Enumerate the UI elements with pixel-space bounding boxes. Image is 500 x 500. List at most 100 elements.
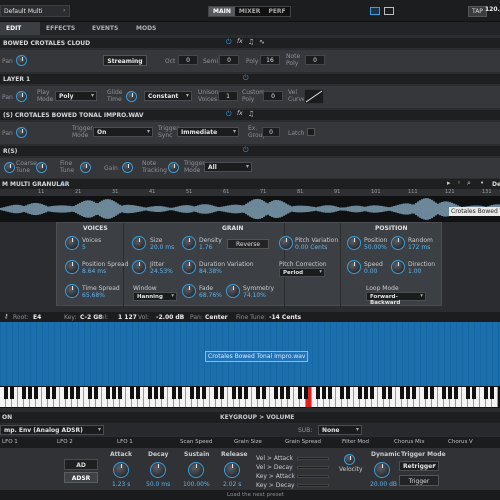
piano-black-key[interactable] (472, 387, 476, 399)
loop-mode-select[interactable]: Forward-Backward (366, 292, 426, 306)
layout-single-icon[interactable] (370, 7, 380, 15)
zone-note-icon[interactable]: ♫ (248, 110, 254, 118)
preset-name-field[interactable]: Default Multi (0, 5, 70, 17)
coarse-tune-knob[interactable] (36, 162, 47, 173)
piano-black-key[interactable] (64, 387, 68, 399)
trigger-button[interactable]: Trigger (399, 475, 439, 486)
piano-black-key[interactable] (370, 387, 374, 399)
velocity-knob[interactable] (344, 454, 355, 465)
piano-black-key[interactable] (10, 387, 14, 399)
mod-tab-filter-mod[interactable]: Filter Mod (340, 438, 371, 447)
tab-main[interactable]: MAIN (209, 7, 235, 16)
zone-pan-knob[interactable] (16, 127, 27, 138)
granular-zoom-icon[interactable]: ⌕ (467, 179, 471, 188)
piano-black-key[interactable] (286, 387, 290, 399)
piano-black-key[interactable] (52, 387, 56, 399)
ad-button[interactable]: AD (64, 459, 98, 470)
mod-tab-lfo2[interactable]: LFO 2 (55, 438, 75, 447)
pitch-correction-select[interactable]: Period (279, 268, 325, 277)
osc-power-icon[interactable]: ⏻ (243, 146, 249, 155)
unison-voices-field[interactable]: 1 (218, 91, 238, 101)
jitter-knob[interactable] (132, 260, 146, 274)
piano-black-key[interactable] (202, 387, 206, 399)
note-tracking-knob[interactable] (168, 162, 179, 173)
semi-field[interactable]: 0 (219, 55, 239, 65)
tab-perf[interactable]: PERF (264, 7, 289, 16)
keymap-zone-label[interactable]: Crotales Bowed Tonal Impro.wav (205, 351, 309, 362)
tab-mods[interactable]: MODS (136, 25, 156, 32)
glide-time-knob[interactable] (126, 91, 137, 102)
waveform-view[interactable]: Crotales Bowed T (0, 196, 500, 222)
piano-black-key[interactable] (400, 387, 404, 399)
window-select[interactable]: Hanning (133, 292, 177, 301)
fine-tune-info-value[interactable]: -14 Cents (269, 314, 301, 321)
root-value[interactable]: E4 (33, 314, 41, 321)
layer-power-icon[interactable]: ⏻ (243, 74, 249, 83)
piano-black-key[interactable] (22, 387, 26, 399)
layout-split-icon[interactable] (384, 7, 394, 15)
piano-black-key[interactable] (262, 387, 266, 399)
voices-knob[interactable] (65, 236, 79, 250)
piano-keyboard[interactable] (0, 386, 500, 408)
keymap-area[interactable]: Crotales Bowed Tonal Impro.wav (0, 322, 500, 386)
piano-black-key[interactable] (28, 387, 32, 399)
fade-knob[interactable] (182, 284, 196, 298)
random-knob[interactable] (391, 236, 405, 250)
dynamic-knob[interactable] (374, 462, 390, 478)
piano-black-key[interactable] (412, 387, 416, 399)
piano-black-key[interactable] (106, 387, 110, 399)
piano-black-key[interactable] (406, 387, 410, 399)
piano-black-key[interactable] (340, 387, 344, 399)
note-poly-field[interactable]: 0 (305, 55, 325, 65)
oct-field[interactable]: 0 (178, 55, 198, 65)
tab-effects[interactable]: EFFECTS (46, 25, 75, 32)
piano-black-key[interactable] (214, 387, 218, 399)
vel-decay-slider[interactable] (297, 466, 329, 469)
piano-black-key[interactable] (130, 387, 134, 399)
piano-black-key[interactable] (88, 387, 92, 399)
pitch-variation-knob[interactable] (279, 236, 293, 250)
gain-knob[interactable] (122, 162, 133, 173)
piano-black-key[interactable] (46, 387, 50, 399)
piano-black-key[interactable] (220, 387, 224, 399)
mod-tab-chorus-mix[interactable]: Chorus Mix (392, 438, 427, 447)
latch-checkbox[interactable] (307, 128, 315, 136)
vel-attack-slider[interactable] (297, 457, 329, 460)
vel-value[interactable]: 1 127 (118, 314, 137, 321)
env-selector[interactable]: mp. Env (Analog ADSR) (0, 425, 104, 435)
direction-knob[interactable] (391, 260, 405, 274)
piano-black-key[interactable] (448, 387, 452, 399)
instrument-pan-knob[interactable] (16, 55, 27, 66)
piano-black-key[interactable] (424, 387, 428, 399)
piano-black-key[interactable] (172, 387, 176, 399)
granular-loop-icon[interactable]: ◦ (457, 179, 461, 187)
time-spread-knob[interactable] (65, 284, 79, 298)
piano-black-key[interactable] (484, 387, 488, 399)
vel-curve-display[interactable] (304, 89, 324, 104)
instrument-wave-icon[interactable]: ∿ (259, 38, 265, 46)
piano-black-key[interactable] (136, 387, 140, 399)
osc-trigger-mode-select[interactable]: All (204, 162, 252, 172)
mod-tab-chorus-v[interactable]: Chorus V (446, 438, 475, 447)
piano-black-key[interactable] (4, 387, 8, 399)
symmetry-knob[interactable] (226, 284, 240, 298)
piano-black-key[interactable] (442, 387, 446, 399)
piano-black-key[interactable] (238, 387, 242, 399)
tab-edit[interactable]: EDIT (0, 22, 40, 35)
tab-mixer[interactable]: MIXER (235, 7, 265, 16)
zone-power-icon[interactable]: ⏻ (226, 110, 232, 119)
piano-black-key[interactable] (154, 387, 158, 399)
piano-black-key[interactable] (316, 387, 320, 399)
ex-group-field[interactable]: 0 (262, 127, 280, 137)
poly-field[interactable]: 16 (260, 55, 280, 65)
play-mode-select[interactable]: Poly (55, 91, 97, 101)
mod-tab-scan-speed[interactable]: Scan Speed (178, 438, 214, 447)
decay-knob[interactable] (150, 462, 166, 478)
speed-knob[interactable] (347, 260, 361, 274)
piano-black-key[interactable] (148, 387, 152, 399)
piano-black-key[interactable] (358, 387, 362, 399)
piano-black-key[interactable] (178, 387, 182, 399)
piano-black-key[interactable] (466, 387, 470, 399)
glide-mode-select[interactable]: Constant (144, 91, 192, 101)
mod-tab-lfo1-b[interactable]: LFO 1 (115, 438, 135, 447)
